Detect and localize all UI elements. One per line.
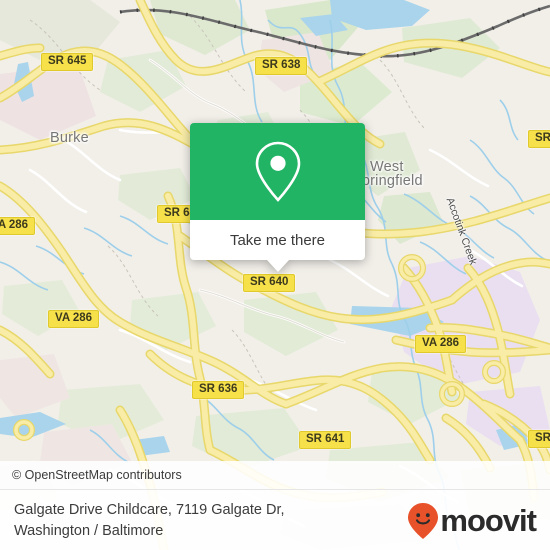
map-screenshot: Burke West Springfield Accotink Creek SR… (0, 0, 550, 550)
road-shield-sr-640: SR 640 (243, 274, 296, 292)
popup-pointer (266, 260, 289, 272)
road-shield-sr-right-top: SR (528, 130, 550, 148)
road-shield-va-286-west: VA 286 (0, 217, 36, 235)
road-shield-va-286-east: VA 286 (415, 335, 467, 353)
address-line-1: Galgate Drive Childcare, 7119 Galgate Dr… (14, 501, 285, 518)
osm-attribution-text: © OpenStreetMap contributors (12, 468, 182, 482)
address-text: Galgate Drive Childcare, 7119 Galgate Dr… (0, 500, 285, 542)
road-shield-sr-645: SR 645 (41, 53, 94, 71)
road-shield-sr-right-bottom: SR (528, 430, 550, 448)
road-shield-sr-638: SR 638 (255, 57, 308, 75)
moovit-pin-smiley-icon (408, 502, 439, 539)
address-line-2: Washington / Baltimore (14, 522, 164, 539)
popup-cta-button[interactable]: Take me there (190, 220, 365, 260)
popup-header (190, 123, 365, 220)
location-popup-card[interactable]: Take me there (190, 123, 365, 272)
bottom-bar: Galgate Drive Childcare, 7119 Galgate Dr… (0, 489, 550, 550)
map-pin-icon (255, 141, 300, 202)
moovit-logo[interactable]: moovit (407, 502, 550, 540)
road-shield-sr-636: SR 636 (192, 381, 245, 399)
road-shield-sr-641: SR 641 (299, 431, 352, 449)
moovit-wordmark: moovit (440, 502, 537, 538)
osm-attribution-bar: © OpenStreetMap contributors (0, 461, 550, 489)
popup-cta-label: Take me there (229, 231, 326, 249)
road-shield-va-286-south: VA 286 (48, 310, 100, 328)
